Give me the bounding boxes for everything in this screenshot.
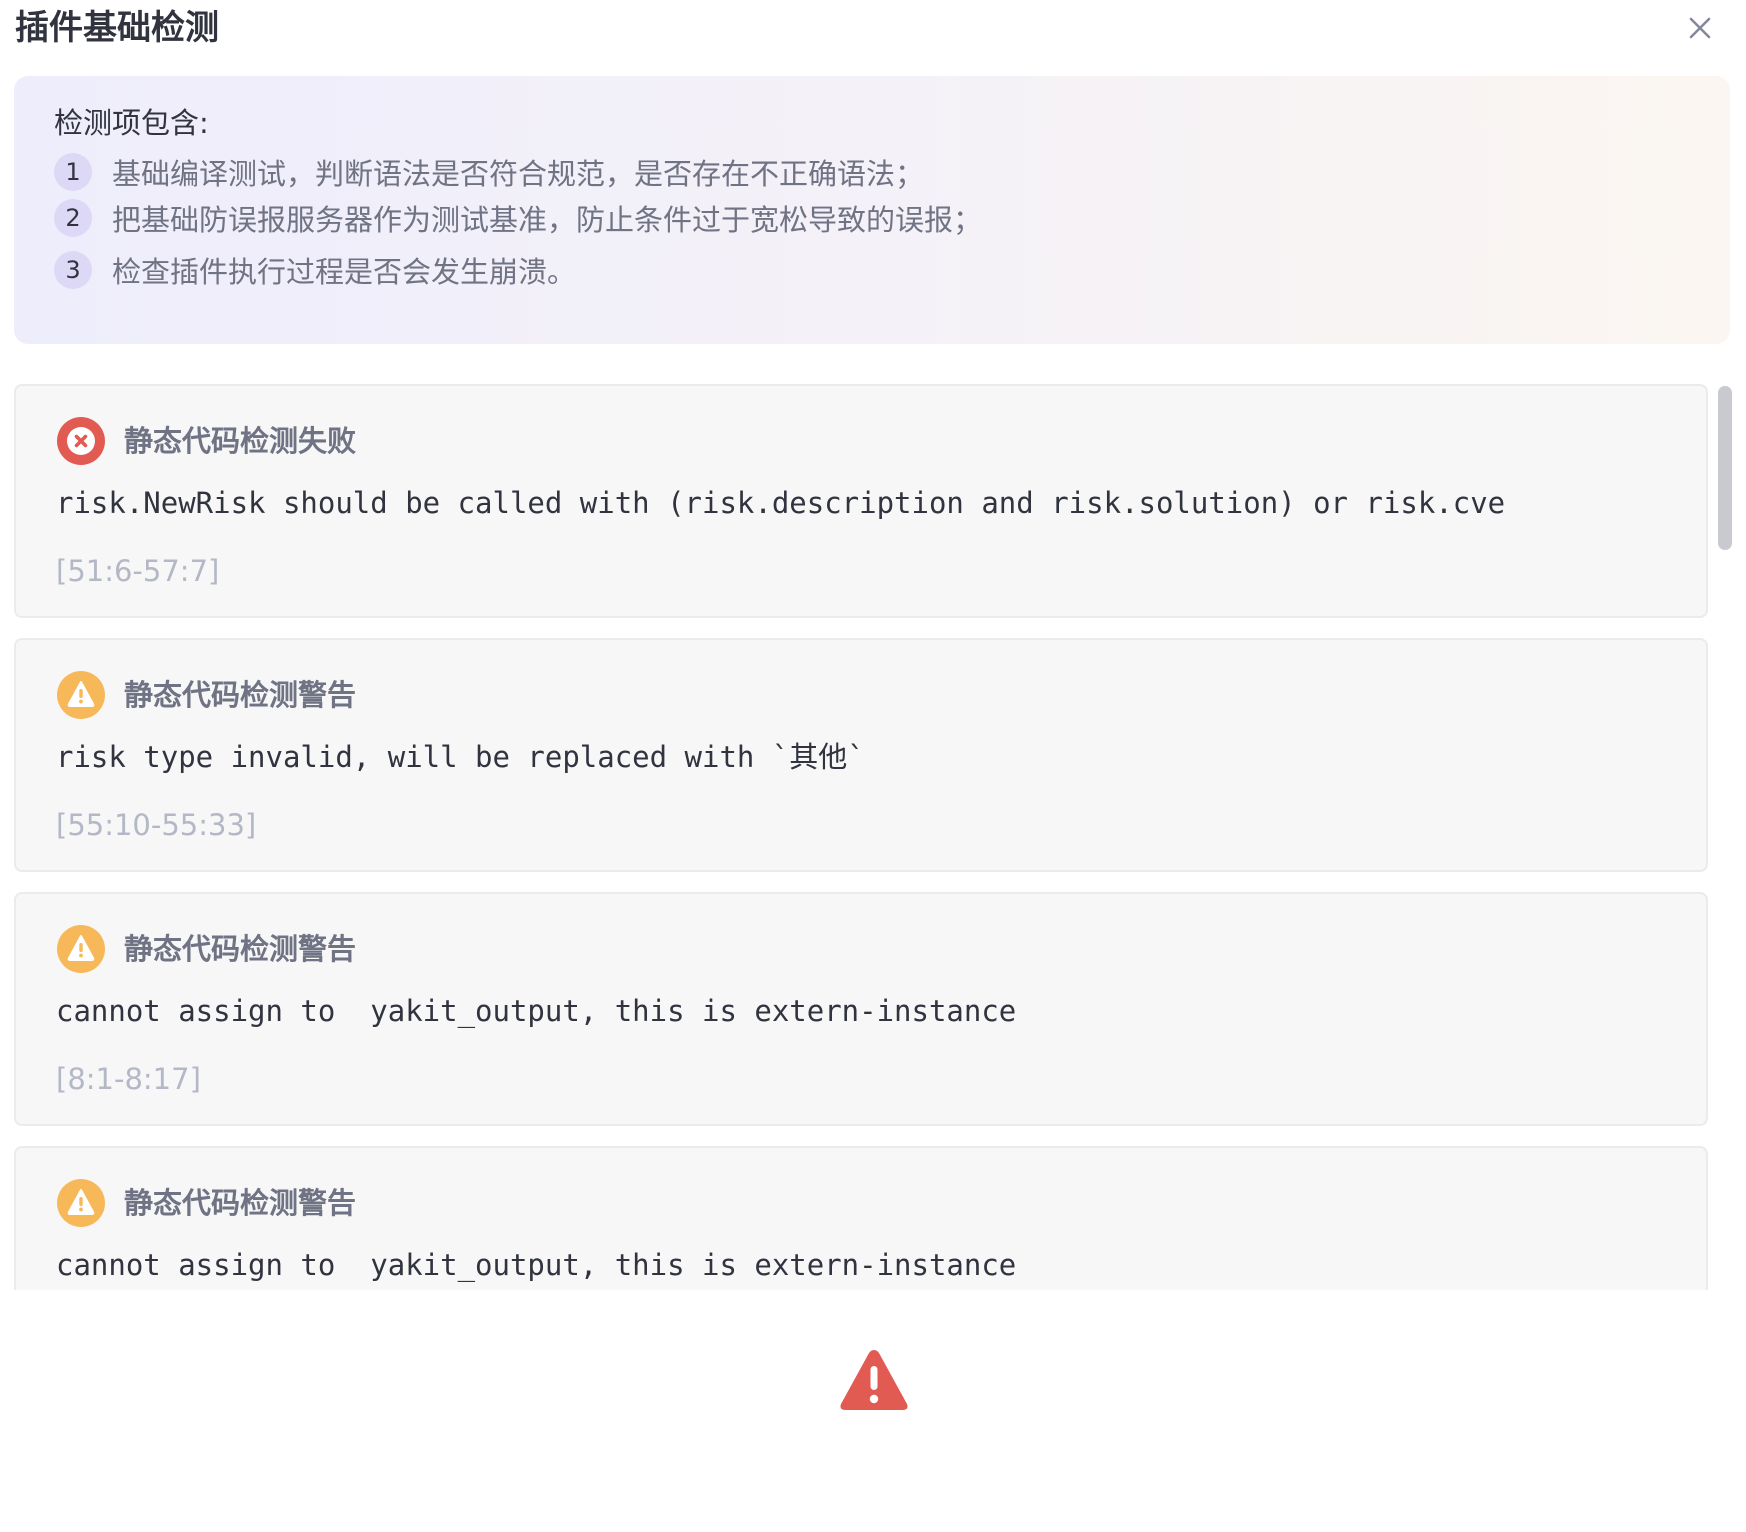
results-scrollbar-thumb[interactable]: [1718, 386, 1732, 550]
check-item-number: 1: [54, 153, 92, 191]
result-card-error: 静态代码检测失败 risk.NewRisk should be called w…: [14, 384, 1708, 618]
check-item-text: 基础编译测试，判断语法是否符合规范，是否存在不正确语法；: [112, 157, 925, 191]
close-icon[interactable]: [1680, 8, 1720, 48]
dialog-title: 插件基础检测: [15, 8, 219, 48]
result-message: risk.NewRisk should be called with (risk…: [56, 486, 1506, 520]
check-item: 2 把基础防误报服务器作为测试基准，防止条件过于宽松导致的误报；: [54, 198, 982, 238]
check-item: 3 检查插件执行过程是否会发生崩溃。: [54, 250, 576, 290]
check-item-text: 把基础防误报服务器作为测试基准，防止条件过于宽松导致的误报；: [112, 203, 983, 237]
close-button[interactable]: [1680, 8, 1720, 48]
result-range: [55:10-55:33]: [56, 808, 257, 842]
result-title: 静态代码检测警告: [124, 678, 357, 712]
check-item-number: 2: [54, 199, 92, 237]
result-message: cannot assign to yakit_output, this is e…: [56, 1248, 1017, 1282]
check-item-number: 3: [54, 251, 92, 289]
alert-triangle-icon: [836, 1344, 912, 1416]
result-card-warning: 静态代码检测警告 risk type invalid, will be repl…: [14, 638, 1708, 872]
check-item: 1 基础编译测试，判断语法是否符合规范，是否存在不正确语法；: [54, 152, 924, 192]
error-x-icon: [56, 416, 106, 466]
check-items-heading: 检测项包含:: [54, 106, 209, 140]
result-card-warning: 静态代码检测警告 cannot assign to yakit_output, …: [14, 892, 1708, 1126]
result-card-warning: 静态代码检测警告 cannot assign to yakit_output, …: [14, 1146, 1708, 1290]
warning-icon: [56, 670, 106, 720]
check-items-panel: 检测项包含: 1 基础编译测试，判断语法是否符合规范，是否存在不正确语法； 2 …: [14, 76, 1730, 344]
result-range: [51:6-57:7]: [56, 554, 220, 588]
check-item-text: 检查插件执行过程是否会发生崩溃。: [112, 255, 577, 289]
result-title: 静态代码检测失败: [124, 424, 357, 458]
result-range: [8:1-8:17]: [56, 1062, 201, 1096]
results-list[interactable]: 静态代码检测失败 risk.NewRisk should be called w…: [0, 380, 1746, 1290]
result-message: risk type invalid, will be replaced with…: [56, 740, 865, 774]
result-title: 静态代码检测警告: [124, 1186, 357, 1220]
warning-icon: [56, 924, 106, 974]
result-message: cannot assign to yakit_output, this is e…: [56, 994, 1017, 1028]
warning-icon: [56, 1178, 106, 1228]
result-title: 静态代码检测警告: [124, 932, 357, 966]
